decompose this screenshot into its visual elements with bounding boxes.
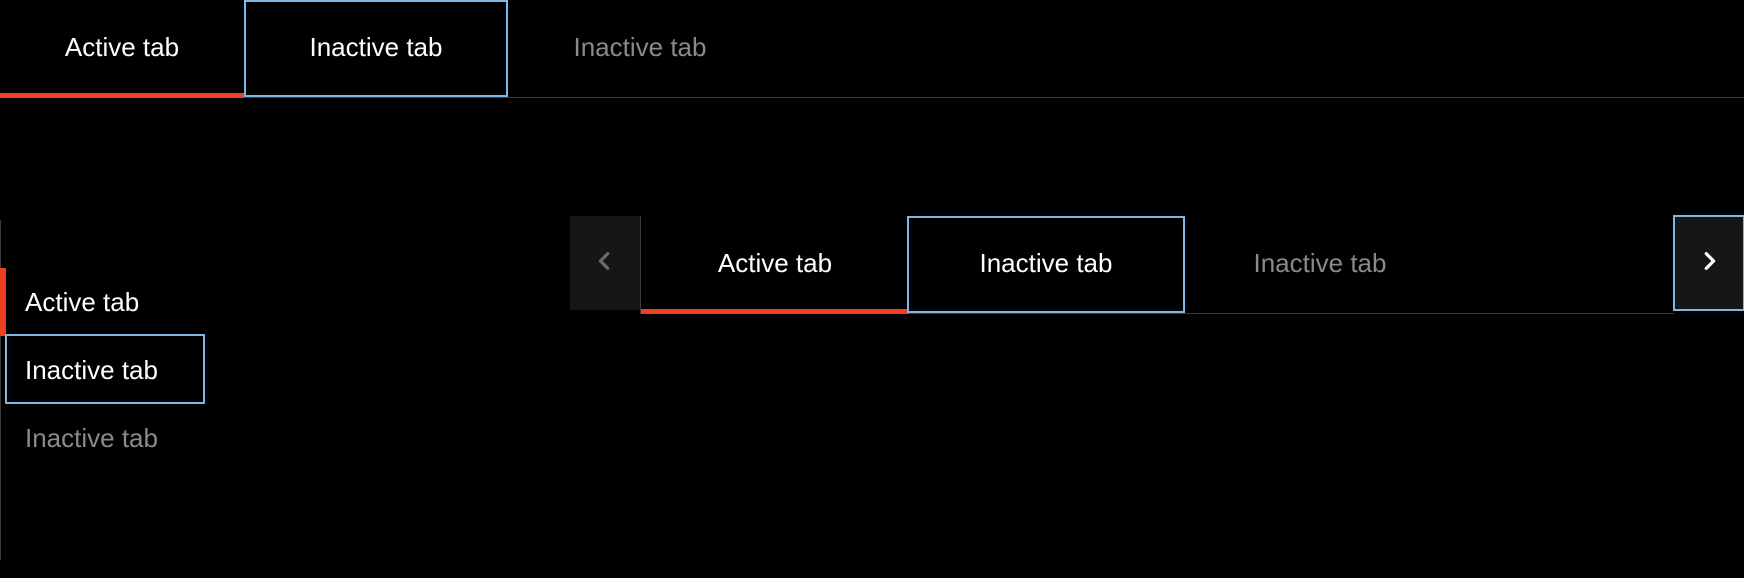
tab-label: Inactive tab	[25, 355, 158, 386]
tab-label: Inactive tab	[574, 32, 707, 63]
active-indicator	[641, 309, 909, 314]
scroll-left-button[interactable]	[570, 216, 640, 310]
tab-active[interactable]: Active tab	[0, 0, 244, 94]
scrollable-tab-track: Active tab Inactive tab Inactive tab	[640, 216, 1674, 314]
tab-label: Active tab	[65, 32, 179, 63]
tab-label: Active tab	[718, 248, 832, 279]
vertical-tab-group: Active tab Inactive tab Inactive tab	[0, 220, 210, 560]
scrollable-tab-group: Active tab Inactive tab Inactive tab	[570, 216, 1744, 316]
tab-inactive[interactable]: Inactive tab	[1, 404, 210, 472]
chevron-right-icon	[1698, 248, 1720, 279]
tab-label: Inactive tab	[980, 248, 1113, 279]
tab-active[interactable]: Active tab	[1, 268, 210, 336]
tab-label: Inactive tab	[1254, 248, 1387, 279]
tab-inactive-hover[interactable]: Inactive tab	[246, 0, 506, 94]
tab-label: Inactive tab	[25, 423, 158, 454]
tab-active[interactable]: Active tab	[641, 216, 909, 310]
scroll-right-button[interactable]	[1674, 216, 1744, 310]
tab-inactive-hover[interactable]: Inactive tab	[909, 216, 1183, 310]
active-indicator	[0, 93, 244, 98]
horizontal-tab-group: Active tab Inactive tab Inactive tab	[0, 0, 1744, 98]
tab-inactive[interactable]: Inactive tab	[510, 0, 770, 94]
chevron-left-icon	[594, 248, 616, 279]
tab-inactive[interactable]: Inactive tab	[1183, 216, 1457, 310]
tab-label: Inactive tab	[310, 32, 443, 63]
tab-inactive-hover[interactable]: Inactive tab	[1, 336, 210, 404]
tab-label: Active tab	[25, 287, 139, 318]
